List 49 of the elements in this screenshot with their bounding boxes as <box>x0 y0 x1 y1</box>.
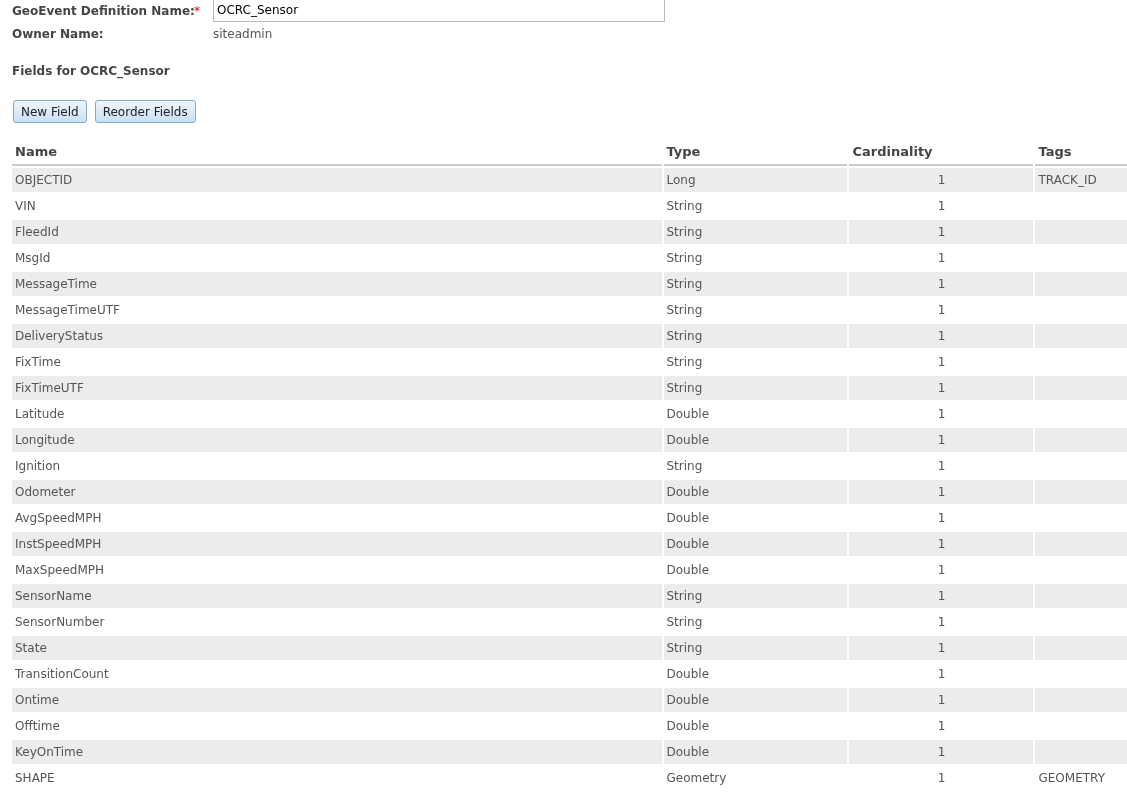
column-header: Tags <box>1035 142 1127 166</box>
table-cell: Longitude <box>12 427 662 452</box>
table-cell: 1 <box>849 479 1034 504</box>
table-cell: String <box>663 271 848 296</box>
table-cell: SensorName <box>12 583 662 608</box>
table-cell: String <box>663 375 848 400</box>
table-cell: 1 <box>849 167 1034 192</box>
table-cell: State <box>12 635 662 660</box>
table-cell: 1 <box>849 219 1034 244</box>
table-cell: 1 <box>849 375 1034 400</box>
table-cell: 1 <box>849 323 1034 348</box>
table-cell: DeliveryStatus <box>12 323 662 348</box>
table-cell: Double <box>663 427 848 452</box>
table-cell: String <box>663 635 848 660</box>
table-cell: 1 <box>849 531 1034 556</box>
column-header: Type <box>663 142 848 166</box>
table-cell: OBJECTID <box>12 167 662 192</box>
table-cell: 1 <box>849 635 1034 660</box>
table-cell: 1 <box>849 739 1034 764</box>
column-header: Cardinality <box>849 142 1034 166</box>
table-cell: Double <box>663 687 848 712</box>
table-cell: FleedId <box>12 219 662 244</box>
table-cell: TRACK_ID <box>1035 167 1127 192</box>
section-heading: Fields for OCRC_Sensor <box>12 63 170 80</box>
field-label: GeoEvent Definition Name: <box>12 3 194 20</box>
table-cell: Double <box>663 531 848 556</box>
table-cell: 1 <box>849 583 1034 608</box>
table-cell: Long <box>663 167 848 192</box>
table-cell: Ontime <box>12 687 662 712</box>
table-cell: MessageTime <box>12 271 662 296</box>
action-button[interactable]: New Field <box>13 100 87 123</box>
owner-value: siteadmin <box>213 26 273 43</box>
table-cell: Odometer <box>12 479 662 504</box>
table-cell: KeyOnTime <box>12 739 662 764</box>
table-cell: Double <box>663 739 848 764</box>
table-cell: String <box>663 323 848 348</box>
field-label: Owner Name: <box>12 26 105 43</box>
input-field[interactable]: OCRC_Sensor <box>213 0 665 22</box>
table-cell: String <box>663 583 848 608</box>
required-mark: * <box>194 3 201 20</box>
table-cell: InstSpeedMPH <box>12 531 662 556</box>
table-cell: 1 <box>849 271 1034 296</box>
column-header: Name <box>12 142 662 166</box>
table-cell: Double <box>663 479 848 504</box>
table-cell: 1 <box>849 427 1034 452</box>
table-cell: String <box>663 219 848 244</box>
table-cell: 1 <box>849 687 1034 712</box>
action-button[interactable]: Reorder Fields <box>94 100 196 123</box>
table-cell: FixTimeUTF <box>12 375 662 400</box>
